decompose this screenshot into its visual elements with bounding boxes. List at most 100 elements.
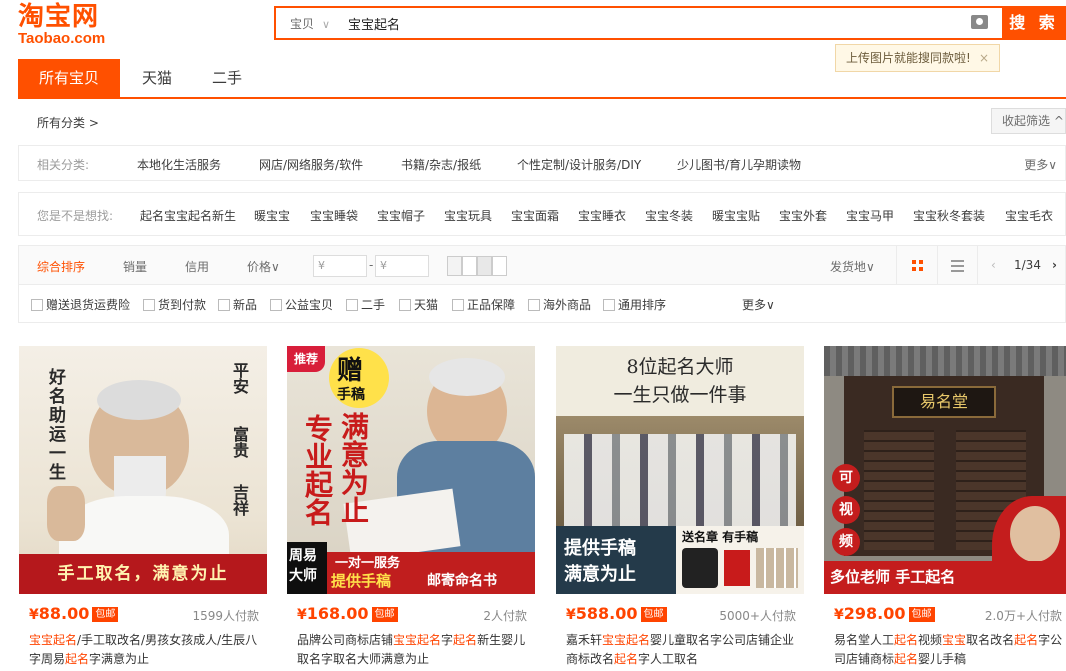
list-view-icon[interactable]	[951, 260, 964, 272]
page-indicator: 1/34	[1014, 258, 1041, 272]
suggestion-link[interactable]: 暖宝宝贴	[712, 207, 760, 224]
suggestion-link[interactable]: 宝宝面霜	[511, 207, 559, 224]
divider	[937, 246, 938, 284]
related-label: 相关分类:	[37, 158, 90, 172]
prev-page-icon[interactable]: ‹	[991, 258, 996, 272]
image-calligraphy-right: 吉祥	[230, 484, 249, 516]
category-item[interactable]: 少儿图书/育儿孕期读物	[677, 156, 801, 173]
search-input[interactable]: 宝宝起名	[348, 14, 400, 33]
grid-view-icon[interactable]	[912, 260, 924, 272]
price-max-input[interactable]: ¥	[375, 255, 429, 277]
ship-from-dropdown[interactable]: 发货地∨	[830, 258, 875, 275]
checkbox-genuine[interactable]: 正品保障	[452, 296, 515, 313]
more-categories-button[interactable]: 更多∨	[1024, 156, 1057, 173]
sort-default[interactable]: 综合排序	[37, 258, 85, 275]
product-image[interactable]: 好名助运一生 平安 富贵 吉祥 手工取名，满意为止	[19, 346, 267, 594]
sort-sales[interactable]: 销量	[123, 258, 147, 275]
product-card[interactable]: 好名助运一生 平安 富贵 吉祥 手工取名，满意为止 ¥88.00 包邮 1599人…	[19, 346, 267, 671]
product-image[interactable]: 易名堂 可 视 频 多位老师 手工起名	[824, 346, 1066, 594]
price-value: 588.00	[575, 604, 638, 623]
category-item[interactable]: 个性定制/设计服务/DIY	[517, 156, 641, 173]
price-dash: -	[369, 258, 374, 272]
price-value: 168.00	[306, 604, 369, 623]
price-range-slider[interactable]	[447, 256, 462, 276]
suggestion-link[interactable]: 宝宝毛衣	[1005, 207, 1053, 224]
tab-tmall[interactable]: 天猫	[120, 59, 194, 97]
suggestion-link[interactable]: 起名宝宝起名新生	[140, 207, 236, 224]
category-item[interactable]: 本地化生活服务	[137, 156, 221, 173]
search-bar: 宝贝 ∨ 宝宝起名	[274, 6, 1002, 40]
sort-credit[interactable]: 信用	[185, 258, 209, 275]
product-title[interactable]: 品牌公司商标店铺宝宝起名字起名新生婴儿取名字取名大师满意为止	[297, 631, 529, 669]
title-text: 婴儿手稿	[918, 652, 967, 666]
sales-count: 2.0万+人付款	[984, 609, 1062, 623]
product-image[interactable]: 推荐 赠 手稿 专业起名 满意为止 周易大师 一对一服务 提供手稿 邮寄命名书	[287, 346, 535, 594]
product-title[interactable]: 嘉禾轩宝宝起名婴儿童取名字公司店铺企业商标改名起名字人工取名	[566, 631, 798, 669]
more-checkboxes-button[interactable]: 更多∨	[742, 296, 775, 313]
image-calligraphy-right: 富贵	[230, 426, 249, 458]
free-shipping-badge: 包邮	[92, 607, 119, 622]
taobao-logo[interactable]: 淘宝网 Taobao.com	[18, 2, 128, 48]
search-type-dropdown[interactable]: 宝贝 ∨	[290, 15, 330, 32]
divider	[977, 246, 978, 284]
checkbox-new[interactable]: 新品	[218, 296, 257, 313]
next-page-icon[interactable]: ›	[1052, 258, 1057, 272]
suggestion-link[interactable]: 宝宝睡衣	[578, 207, 626, 224]
gift-subtext: 手稿	[337, 387, 365, 403]
category-item[interactable]: 网店/网络服务/软件	[259, 156, 363, 173]
product-card[interactable]: 8位起名大师 一生只做一件事 提供手稿 满意为止 送名章 有手稿 ¥588.00…	[556, 346, 804, 671]
image-badge: 视	[832, 496, 860, 524]
sort-price[interactable]: 价格∨	[247, 258, 280, 275]
free-shipping-badge: 包邮	[371, 607, 398, 622]
suggestion-link[interactable]: 宝宝冬装	[645, 207, 693, 224]
suggestion-link[interactable]: 宝宝睡袋	[310, 207, 358, 224]
tab-all[interactable]: 所有宝贝	[18, 59, 120, 97]
suggestion-link[interactable]: 宝宝玩具	[444, 207, 492, 224]
checkbox-overseas[interactable]: 海外商品	[528, 296, 591, 313]
checkbox-charity[interactable]: 公益宝贝	[270, 296, 333, 313]
title-keyword-highlight: 宝宝起名	[602, 633, 651, 647]
product-card[interactable]: 推荐 赠 手稿 专业起名 满意为止 周易大师 一对一服务 提供手稿 邮寄命名书 …	[287, 346, 535, 671]
image-calligraphy-right: 平安	[230, 362, 249, 394]
image-headline: 8位起名大师	[626, 356, 734, 378]
title-text: 嘉禾轩	[566, 633, 603, 647]
product-title[interactable]: 宝宝起名/手工取改名/男孩女孩成人/生辰八字周易起名字满意为止	[29, 631, 261, 669]
title-text: 视频	[918, 633, 943, 647]
price-range-slider[interactable]	[492, 256, 507, 276]
title-text: 品牌公司商标店铺	[297, 633, 394, 647]
sales-count: 1599人付款	[192, 609, 259, 623]
checkbox-label: 货到付款	[158, 298, 207, 312]
checkbox-cod[interactable]: 货到付款	[143, 296, 206, 313]
suggestion-link[interactable]: 宝宝外套	[779, 207, 827, 224]
checkbox-box	[218, 299, 230, 311]
free-shipping-badge: 包邮	[640, 607, 667, 622]
suggestion-link[interactable]: 宝宝马甲	[846, 207, 894, 224]
category-item[interactable]: 书籍/杂志/报纸	[401, 156, 481, 173]
chevron-down-icon: ∨	[322, 18, 331, 31]
all-categories-breadcrumb[interactable]: 所有分类 >	[37, 114, 99, 131]
tab-secondhand[interactable]: 二手	[194, 59, 260, 97]
suggestion-link[interactable]: 宝宝秋冬套装	[913, 207, 985, 224]
checkbox-tmall[interactable]: 天猫	[399, 296, 438, 313]
camera-icon[interactable]	[971, 15, 988, 29]
search-button[interactable]: 搜 索	[1002, 6, 1066, 40]
image-slogan: 专业起名	[301, 414, 334, 526]
collapse-filters-button[interactable]: 收起筛选 ^	[991, 108, 1066, 134]
checkbox-secondhand[interactable]: 二手	[346, 296, 385, 313]
checkbox-return-insurance[interactable]: 赠送退货运费险	[31, 296, 130, 313]
price-range-slider[interactable]	[477, 256, 492, 276]
image-calligraphy-left: 好名助运一生	[45, 368, 65, 482]
checkbox-box	[346, 299, 358, 311]
suggestion-link[interactable]: 宝宝帽子	[377, 207, 425, 224]
price-min-input[interactable]: ¥	[313, 255, 367, 277]
product-image[interactable]: 8位起名大师 一生只做一件事 提供手稿 满意为止 送名章 有手稿	[556, 346, 804, 594]
image-banner-text: 手工取名，满意为止	[19, 554, 267, 594]
logo-en: Taobao.com	[18, 30, 106, 47]
suggestion-link[interactable]: 暖宝宝	[254, 207, 290, 224]
logo-cn: 淘宝网	[18, 2, 100, 32]
checkbox-general-sort[interactable]: 通用排序	[603, 296, 666, 313]
price-range-slider[interactable]	[462, 256, 477, 276]
image-badge: 周易大师	[287, 542, 327, 594]
product-card[interactable]: 易名堂 可 视 频 多位老师 手工起名 ¥298.00 包邮 2.0万+人付款 易…	[824, 346, 1066, 671]
product-title[interactable]: 易名堂人工起名视频宝宝取名改名起名字公司店铺商标起名婴儿手稿	[834, 631, 1064, 669]
